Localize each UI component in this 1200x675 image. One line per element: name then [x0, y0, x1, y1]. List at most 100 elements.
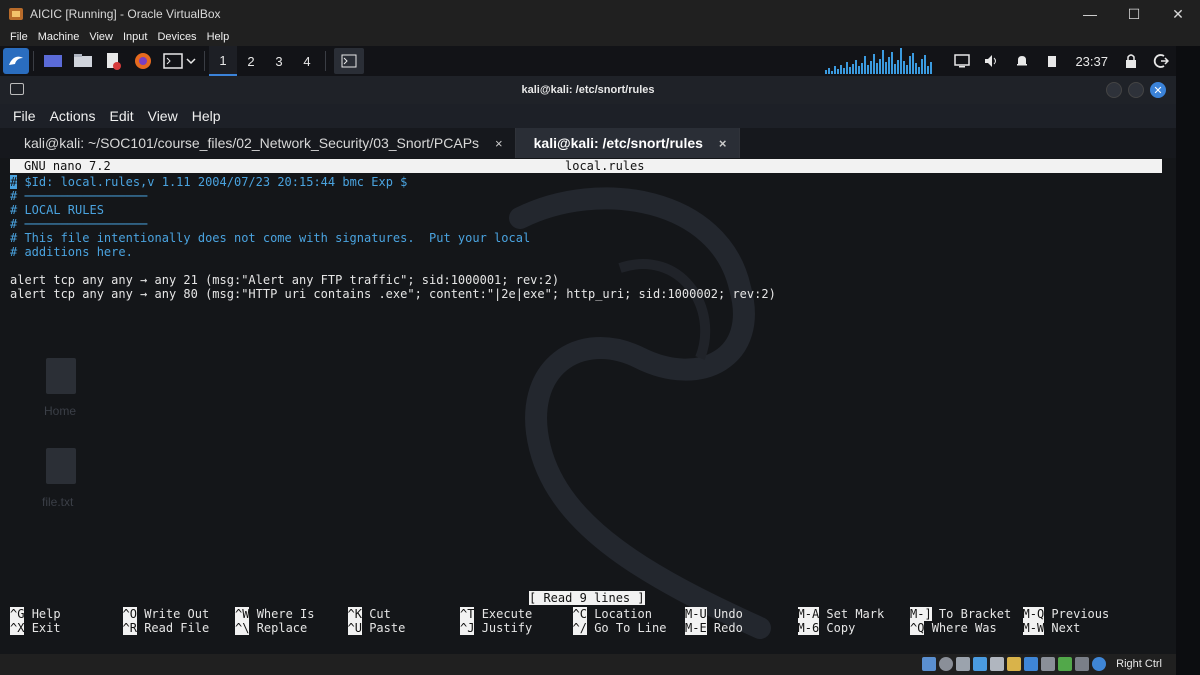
- ghost-home-label: Home: [44, 404, 77, 418]
- logout-icon[interactable]: [1150, 50, 1172, 72]
- display-icon[interactable]: [951, 50, 973, 72]
- nano-shortcut: ^G Help: [10, 607, 61, 621]
- nano-status-message: [ Read 9 lines ]: [529, 591, 645, 605]
- video-capture-icon[interactable]: [1041, 657, 1055, 671]
- shortcut-key: ^J: [460, 621, 475, 635]
- tab-label: kali@kali: ~/SOC101/course_files/02_Netw…: [24, 135, 480, 151]
- nano-shortcut: ^R Read File: [122, 621, 209, 635]
- show-desktop-icon[interactable]: [42, 51, 64, 71]
- nano-shortcut: ^Q Where Was: [910, 621, 997, 635]
- chevron-down-icon[interactable]: [185, 56, 196, 66]
- nano-shortcut: ^O Write Out: [122, 607, 210, 621]
- file-line-4: # ─────────────────: [10, 217, 148, 231]
- vm-display[interactable]: 1 2 3 4 23:37 kali@kali: /etc/snort/rule…: [0, 46, 1176, 654]
- terminal-menu-file[interactable]: File: [0, 108, 43, 124]
- tab-label: kali@kali: /etc/snort/rules: [533, 135, 703, 151]
- menu-help[interactable]: Help: [202, 31, 235, 43]
- workspace-3[interactable]: 3: [265, 46, 293, 76]
- file-line-3: # LOCAL RULES: [10, 203, 104, 217]
- nano-version: GNU nano 7.2: [24, 159, 111, 173]
- shortcut-label: Undo: [713, 607, 743, 621]
- file-line-2: # ─────────────────: [10, 189, 148, 203]
- shortcut-label: Write Out: [144, 607, 210, 621]
- shortcut-label: Where Is: [256, 607, 315, 621]
- shortcut-label: Paste: [369, 621, 406, 635]
- clipboard-icon[interactable]: [1041, 50, 1063, 72]
- menu-devices[interactable]: Devices: [152, 31, 201, 43]
- notification-bell-icon[interactable]: [1011, 50, 1033, 72]
- terminal-menu-help[interactable]: Help: [185, 108, 228, 124]
- terminal-close-button[interactable]: ✕: [1150, 82, 1166, 98]
- terminal-minimize-button[interactable]: [1106, 82, 1122, 98]
- workspace-1[interactable]: 1: [209, 46, 237, 76]
- workspace-2[interactable]: 2: [237, 46, 265, 76]
- terminal-menu-bar: File Actions Edit View Help: [0, 104, 1176, 128]
- usb-icon[interactable]: [990, 657, 1004, 671]
- tab-close-icon[interactable]: ×: [495, 136, 503, 151]
- minimize-button[interactable]: —: [1068, 0, 1112, 28]
- tab-rules[interactable]: kali@kali: /etc/snort/rules ×: [515, 128, 740, 158]
- clock[interactable]: 23:37: [1075, 54, 1108, 69]
- terminal-menu-view[interactable]: View: [141, 108, 185, 124]
- shortcut-key: ^C: [572, 607, 587, 621]
- close-button[interactable]: ✕: [1156, 0, 1200, 28]
- nano-shortcut: ^/ Go To Line: [572, 621, 666, 635]
- cpu-status-icon[interactable]: [1075, 657, 1089, 671]
- file-manager-icon[interactable]: [72, 51, 94, 71]
- shortcut-key: ^O: [122, 607, 137, 621]
- tab-close-icon[interactable]: ×: [719, 136, 727, 151]
- terminal-title-bar[interactable]: kali@kali: /etc/snort/rules ✕: [0, 76, 1176, 104]
- terminal-title: kali@kali: /etc/snort/rules: [521, 84, 655, 96]
- host-desktop-edge: [1176, 46, 1200, 675]
- shared-folders-icon[interactable]: [1007, 657, 1021, 671]
- menu-file[interactable]: File: [0, 31, 33, 43]
- nano-filename: local.rules: [565, 159, 645, 173]
- shortcut-label: Exit: [31, 621, 61, 635]
- firefox-icon[interactable]: [132, 51, 154, 71]
- terminal-menu-edit[interactable]: Edit: [102, 108, 140, 124]
- nano-shortcut: ^J Justify: [460, 621, 532, 635]
- lock-icon[interactable]: [1120, 50, 1142, 72]
- shortcut-label: Next: [1051, 621, 1081, 635]
- taskbar-terminal-window-icon[interactable]: [334, 48, 364, 74]
- shortcut-key: ^X: [10, 621, 25, 635]
- nano-shortcut: ^U Paste: [347, 621, 406, 635]
- mouse-integration-icon[interactable]: [1092, 657, 1106, 671]
- shortcut-key: ^\: [235, 621, 250, 635]
- panel-separator: [325, 51, 326, 71]
- shortcut-label: Cut: [369, 607, 391, 621]
- virtualbox-title-bar: AICIC [Running] - Oracle VirtualBox — ☐ …: [0, 0, 1200, 28]
- display-status-icon[interactable]: [1024, 657, 1038, 671]
- shortcut-label: Where Was: [931, 621, 997, 635]
- window-title: AICIC [Running] - Oracle VirtualBox: [30, 7, 221, 21]
- nano-shortcut: M-Q Previous: [1022, 607, 1109, 621]
- menu-machine[interactable]: Machine: [33, 31, 85, 43]
- shortcut-key: ^W: [235, 607, 250, 621]
- audio-icon[interactable]: [956, 657, 970, 671]
- nano-shortcut: ^C Location: [572, 607, 652, 621]
- kali-menu-icon[interactable]: [3, 48, 29, 74]
- volume-icon[interactable]: [981, 50, 1003, 72]
- network-icon[interactable]: [973, 657, 987, 671]
- guest-additions-icon[interactable]: [1058, 657, 1072, 671]
- shortcut-key: M-E: [685, 621, 707, 635]
- terminal-maximize-button[interactable]: [1128, 82, 1144, 98]
- terminal-icon[interactable]: [162, 51, 196, 71]
- text-editor-icon[interactable]: [102, 51, 124, 71]
- file-line-1: # $Id: local.rules,v 1.11 2004/07/23 20:…: [10, 175, 407, 189]
- workspace-4[interactable]: 4: [293, 46, 321, 76]
- terminal-menu-actions[interactable]: Actions: [43, 108, 103, 124]
- nano-editor[interactable]: Home file.txt GNU nano 7.2 local.rules #…: [0, 158, 1176, 654]
- shortcut-label: Justify: [481, 621, 533, 635]
- menu-input[interactable]: Input: [118, 31, 152, 43]
- nano-shortcut: ^T Execute: [460, 607, 532, 621]
- menu-view[interactable]: View: [84, 31, 118, 43]
- tab-pcaps[interactable]: kali@kali: ~/SOC101/course_files/02_Netw…: [6, 128, 516, 158]
- line-text: $Id: local.rules,v 1.11 2004/07/23 20:15…: [17, 175, 408, 189]
- file-line-5: # This file intentionally does not come …: [10, 231, 531, 245]
- maximize-button[interactable]: ☐: [1112, 0, 1156, 28]
- terminal-window: kali@kali: /etc/snort/rules ✕ File Actio…: [0, 76, 1176, 654]
- shortcut-key: ^Q: [910, 621, 925, 635]
- hard-disk-icon[interactable]: [922, 657, 936, 671]
- optical-drive-icon[interactable]: [939, 657, 953, 671]
